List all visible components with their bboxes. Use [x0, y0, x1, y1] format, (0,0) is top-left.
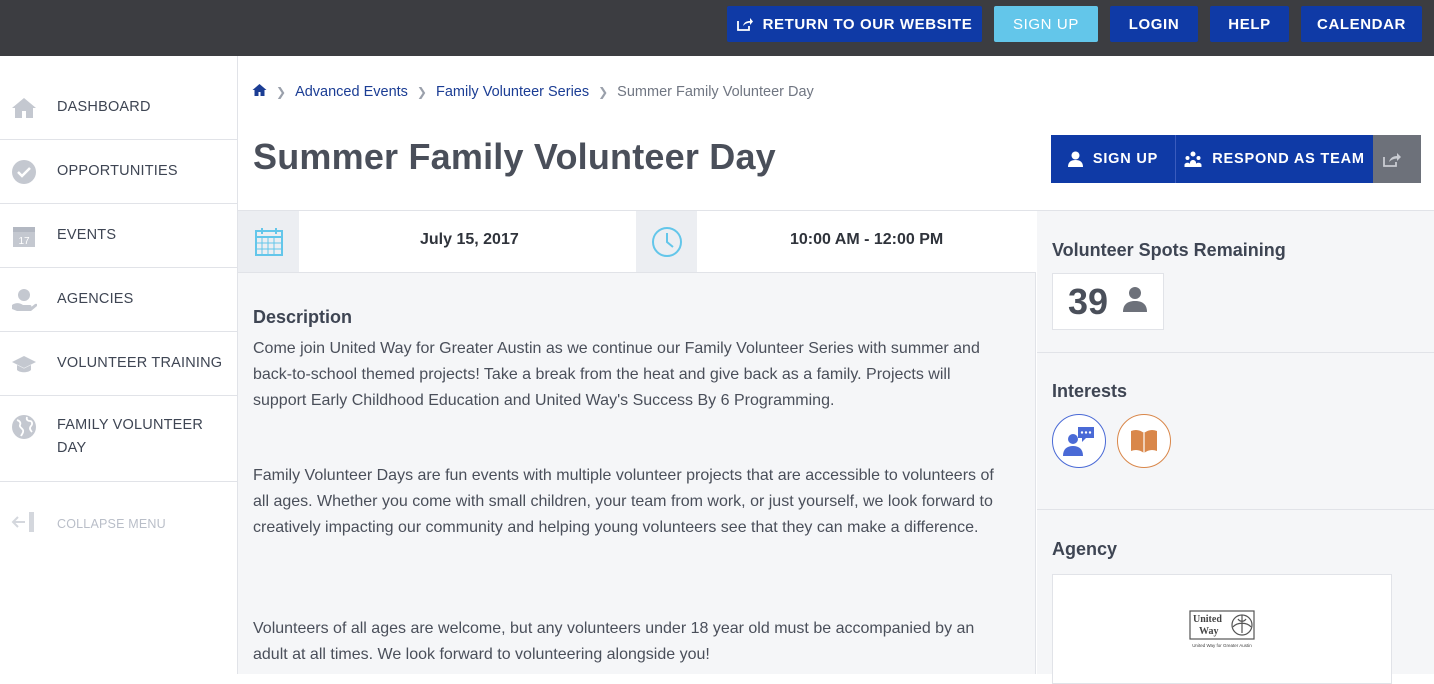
- description-paragraph-3: Volunteers of all ages are welcome, but …: [253, 620, 975, 663]
- clock-icon: [636, 211, 697, 272]
- external-link-icon: [736, 18, 753, 31]
- team-icon: [1184, 151, 1202, 167]
- signup-label: SIGN UP: [1092, 151, 1159, 167]
- interest-advocacy-icon[interactable]: [1052, 414, 1106, 468]
- help-button[interactable]: HELP: [1210, 6, 1289, 42]
- breadcrumb-link-advanced-events[interactable]: Advanced Events: [295, 84, 408, 100]
- svg-text:17: 17: [18, 236, 30, 247]
- help-label: HELP: [1228, 15, 1271, 33]
- sidebar-item-agencies[interactable]: AGENCIES: [0, 268, 237, 332]
- sidebar-item-dashboard[interactable]: DASHBOARD: [0, 76, 237, 140]
- graduation-cap-icon: [11, 351, 37, 377]
- return-to-website-label: RETURN TO OUR WEBSITE: [762, 15, 973, 33]
- sidebar-label: FAMILY VOLUNTEER DAY: [57, 417, 204, 456]
- sidebar-item-events[interactable]: 17 EVENTS: [0, 204, 237, 268]
- sidebar-item-volunteer-training[interactable]: VOLUNTEER TRAINING: [0, 332, 237, 396]
- sidebar-label: EVENTS: [57, 227, 117, 243]
- event-detail-panel: July 15, 2017 10:00 AM - 12:00 PM Descri…: [238, 211, 1036, 674]
- share-icon: [1383, 152, 1401, 167]
- share-button[interactable]: [1373, 135, 1421, 183]
- agency-card[interactable]: United Way United Way for Greater Austin: [1052, 574, 1392, 684]
- sidebar-item-family-volunteer-day[interactable]: FAMILY VOLUNTEER DAY: [0, 396, 237, 482]
- chevron-right-icon: ❯: [598, 85, 609, 99]
- event-date: July 15, 2017: [420, 231, 519, 248]
- sidebar-label: DASHBOARD: [57, 99, 151, 115]
- event-time: 10:00 AM - 12:00 PM: [790, 231, 944, 248]
- collapse-menu-button[interactable]: COLLAPSE MENU: [0, 502, 237, 542]
- person-icon: [1122, 286, 1148, 317]
- event-side-panel: Volunteer Spots Remaining 39 Interests A…: [1037, 211, 1434, 684]
- login-label: LOGIN: [1128, 15, 1180, 33]
- date-time-bar: July 15, 2017 10:00 AM - 12:00 PM: [238, 211, 1036, 273]
- home-icon: [11, 95, 37, 121]
- page-title: Summer Family Volunteer Day: [253, 136, 776, 177]
- user-icon: [1067, 151, 1083, 167]
- main-content: ❯ Advanced Events ❯ Family Volunteer Ser…: [238, 56, 1434, 684]
- spots-heading: Volunteer Spots Remaining: [1052, 240, 1286, 260]
- return-to-website-button[interactable]: RETURN TO OUR WEBSITE: [727, 6, 982, 42]
- calendar-label: CALENDAR: [1317, 15, 1406, 33]
- respond-as-team-label: RESPOND AS TEAM: [1212, 151, 1365, 167]
- globe-icon: [11, 414, 37, 440]
- sidebar-label: VOLUNTEER TRAINING: [57, 355, 223, 371]
- sidebar-item-opportunities[interactable]: OPPORTUNITIES: [0, 140, 237, 204]
- spots-remaining-badge: 39: [1052, 273, 1164, 330]
- agency-heading: Agency: [1052, 539, 1118, 559]
- divider: [1037, 509, 1434, 510]
- top-signup-button[interactable]: SIGN UP: [994, 6, 1098, 42]
- interests-heading: Interests: [1052, 381, 1128, 401]
- collapse-arrow-icon: [11, 509, 37, 535]
- top-signup-label: SIGN UP: [1013, 15, 1079, 33]
- breadcrumb: ❯ Advanced Events ❯ Family Volunteer Ser…: [252, 83, 814, 101]
- calendar-17-icon: 17: [11, 223, 37, 249]
- login-button[interactable]: LOGIN: [1110, 6, 1198, 42]
- respond-as-team-button[interactable]: RESPOND AS TEAM: [1175, 135, 1373, 183]
- united-way-logo: United Way United Way for Greater Austin: [1189, 609, 1255, 649]
- check-circle-icon: [11, 159, 37, 185]
- description-heading: Description: [253, 307, 353, 327]
- description-paragraph-2: Family Volunteer Days are fun events wit…: [253, 467, 994, 536]
- divider: [1037, 352, 1434, 353]
- breadcrumb-current: Summer Family Volunteer Day: [617, 84, 814, 100]
- sidebar: DASHBOARD OPPORTUNITIES 17 EVENTS AGENCI…: [0, 56, 238, 674]
- svg-text:United Way for Greater Austin: United Way for Greater Austin: [1192, 643, 1252, 648]
- signup-button[interactable]: SIGN UP: [1051, 135, 1175, 183]
- calendar-button[interactable]: CALENDAR: [1301, 6, 1422, 42]
- top-nav-bar: RETURN TO OUR WEBSITE SIGN UP LOGIN HELP…: [0, 0, 1434, 56]
- collapse-menu-label: COLLAPSE MENU: [57, 517, 166, 531]
- svg-text:Way: Way: [1199, 626, 1218, 637]
- svg-text:United: United: [1193, 614, 1222, 625]
- description-paragraph-1: Come join United Way for Greater Austin …: [253, 340, 980, 409]
- interest-education-book-icon[interactable]: [1117, 414, 1171, 468]
- home-icon[interactable]: [252, 83, 267, 101]
- breadcrumb-link-family-volunteer-series[interactable]: Family Volunteer Series: [436, 84, 589, 100]
- chevron-right-icon: ❯: [416, 85, 427, 99]
- chevron-right-icon: ❯: [276, 85, 287, 99]
- event-actions: SIGN UP RESPOND AS TEAM: [1051, 135, 1421, 183]
- calendar-icon: [238, 211, 299, 272]
- sidebar-label: AGENCIES: [57, 291, 134, 307]
- hand-heart-icon: [11, 287, 37, 313]
- sidebar-label: OPPORTUNITIES: [57, 163, 178, 179]
- spots-remaining-count: 39: [1068, 280, 1109, 322]
